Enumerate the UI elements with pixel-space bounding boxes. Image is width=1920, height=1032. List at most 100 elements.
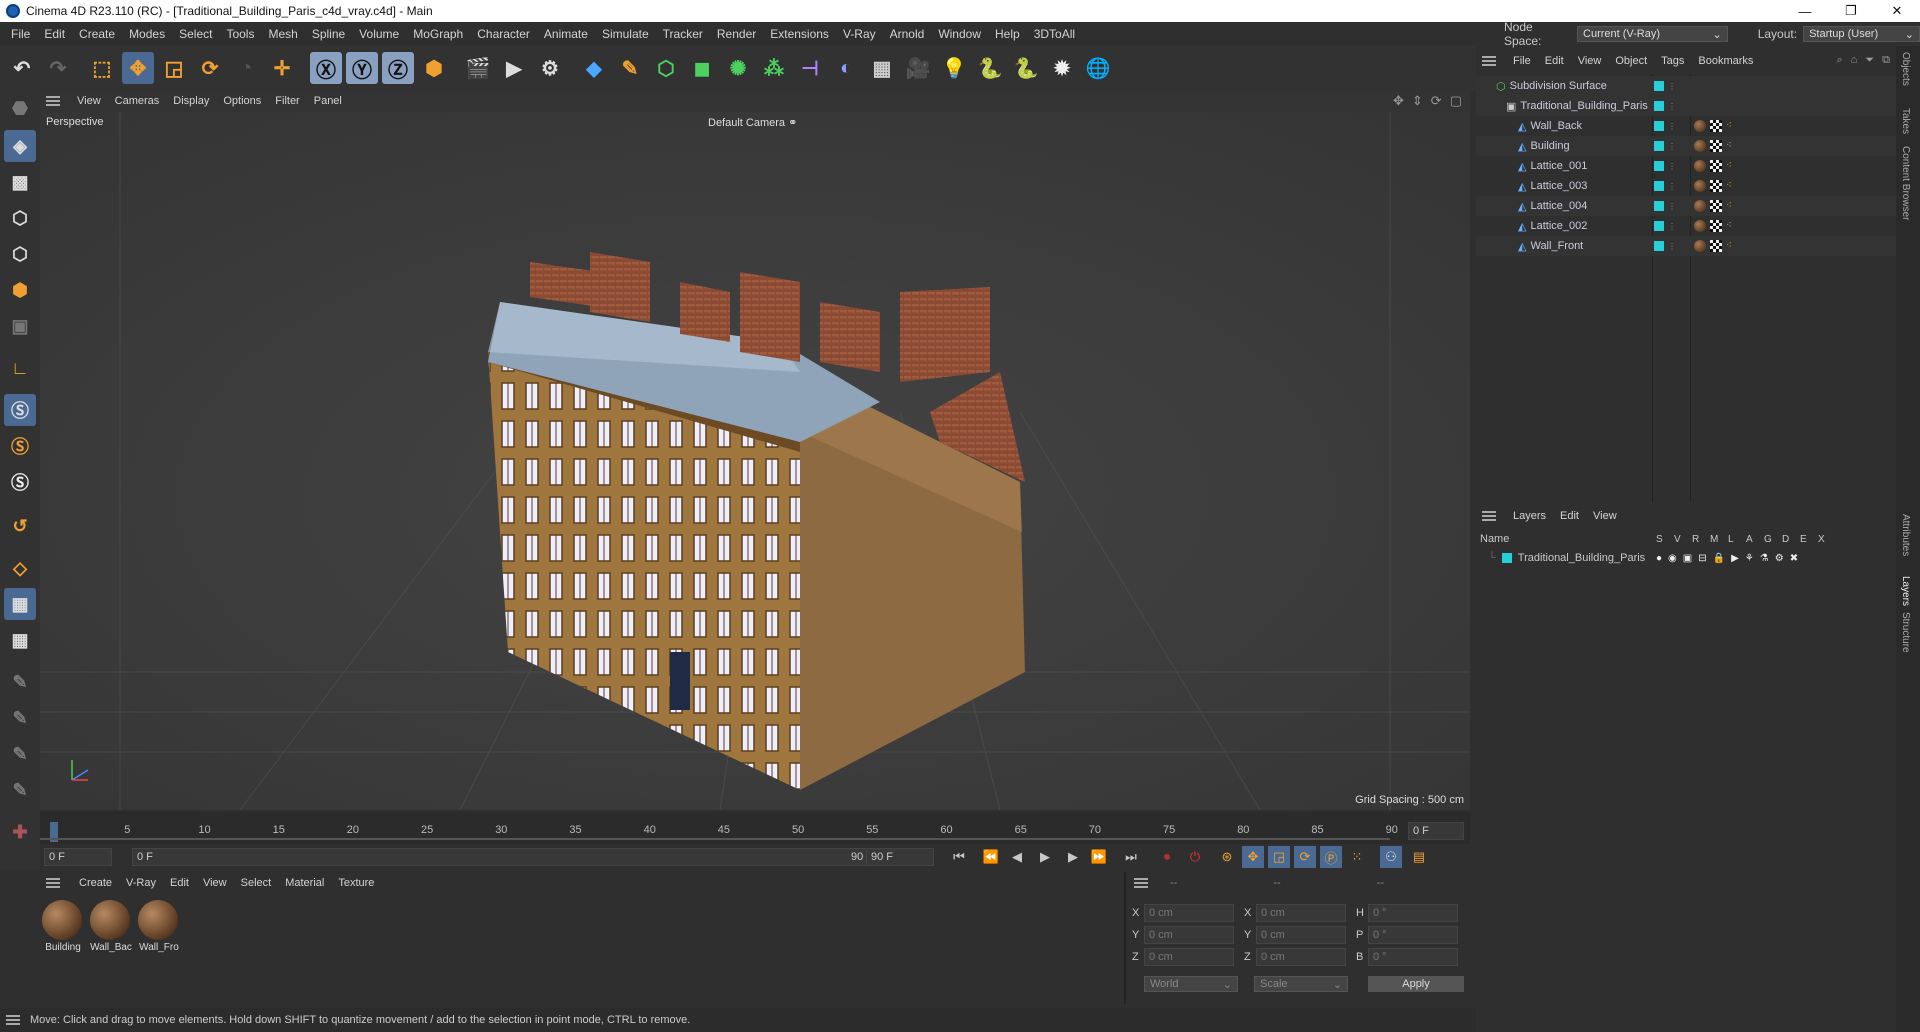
z-axis-icon[interactable]: Ⓩ <box>382 52 414 84</box>
tab-structure[interactable]: Structure <box>1900 612 1911 653</box>
orbit-icon[interactable]: ⟳ <box>1431 93 1442 109</box>
vray-tag-icon[interactable]: ⁖ <box>1726 120 1732 132</box>
menu-create[interactable]: Create <box>72 27 122 41</box>
visibility-dot-icon[interactable]: ⋮ <box>1668 182 1676 191</box>
menu-character[interactable]: Character <box>470 27 537 41</box>
material-tag-icon[interactable] <box>1694 240 1706 252</box>
scale-dropdown[interactable]: Scale ⌄ <box>1254 976 1348 992</box>
coord-field[interactable]: 0 cm <box>1144 926 1234 944</box>
axis-mode-icon[interactable]: ∟ <box>4 352 36 384</box>
move-tool-icon[interactable]: ✥ <box>122 52 154 84</box>
close-button[interactable]: ✕ <box>1874 0 1920 22</box>
vray-tag-icon[interactable]: ⁖ <box>1726 160 1732 172</box>
layer-color-swatch[interactable] <box>1654 161 1664 171</box>
layer-color-swatch[interactable] <box>1654 101 1664 111</box>
object-row[interactable]: ◭ Wall_Front ⋮ ⁖ <box>1476 236 1896 256</box>
coord-field[interactable]: 0 ° <box>1368 926 1458 944</box>
menu-mesh[interactable]: Mesh <box>261 27 304 41</box>
locked-workplane-icon[interactable]: ▦ <box>4 624 36 656</box>
search-icon[interactable]: ⌕ <box>1837 54 1843 67</box>
zoom-icon[interactable]: ⇕ <box>1412 93 1423 109</box>
menu-mograph[interactable]: MoGraph <box>406 27 470 41</box>
visibility-dots-icon[interactable]: ⋮ <box>1654 161 1676 171</box>
field-icon[interactable]: ◐ <box>830 52 862 84</box>
object-row[interactable]: ◭ Lattice_004 ⋮ ⁖ <box>1476 196 1896 216</box>
menu-extensions[interactable]: Extensions <box>763 27 836 41</box>
previous-frame-icon[interactable]: ◀ <box>1006 846 1028 868</box>
edge-mode-icon[interactable]: ⬡ <box>4 238 36 270</box>
visibility-dots-icon[interactable]: ⋮ <box>1654 201 1676 211</box>
world-dropdown[interactable]: World ⌄ <box>1144 976 1238 992</box>
coord-field[interactable]: 0 cm <box>1144 904 1234 922</box>
menu-modes[interactable]: Modes <box>122 27 172 41</box>
coord-field[interactable]: 0 cm <box>1256 948 1346 966</box>
object-row[interactable]: ⬡ Subdivision Surface ⋮ <box>1476 76 1896 96</box>
menu-simulate[interactable]: Simulate <box>595 27 656 41</box>
workplane-icon[interactable]: ◇ <box>4 552 36 584</box>
object-menu-view[interactable]: View <box>1571 55 1609 67</box>
point-mode-icon[interactable]: ⬡ <box>4 202 36 234</box>
tab-content-browser[interactable]: Content Browser <box>1900 146 1911 220</box>
material-menu-edit[interactable]: Edit <box>163 877 196 889</box>
camera-icon[interactable]: 🎥 <box>902 52 934 84</box>
coordinate-system-icon[interactable]: ⬢ <box>418 52 450 84</box>
object-menu-bookmarks[interactable]: Bookmarks <box>1691 55 1760 67</box>
autokey-icon[interactable]: ⏻ <box>1184 846 1206 868</box>
uvw-tag-icon[interactable] <box>1710 160 1722 172</box>
paint-icon[interactable]: ✎ <box>4 666 36 698</box>
go-to-start-icon[interactable]: ⏮ <box>948 846 970 868</box>
object-menu-file[interactable]: File <box>1506 55 1538 67</box>
maximize-button[interactable]: ❐ <box>1828 0 1874 22</box>
visibility-dot-icon[interactable]: ⋮ <box>1668 142 1676 151</box>
minimize-button[interactable]: — <box>1782 0 1828 22</box>
menu-arnold[interactable]: Arnold <box>883 27 932 41</box>
magnet-icon[interactable]: ↺ <box>4 510 36 542</box>
uvw-tag-icon[interactable] <box>1710 120 1722 132</box>
key-scale-icon[interactable]: ◲ <box>1268 846 1290 868</box>
gear-icon[interactable]: ✹ <box>1046 52 1078 84</box>
current-frame-field[interactable]: 0 F <box>1408 822 1464 840</box>
layer-col-l[interactable]: L <box>1728 534 1746 545</box>
material-menu-select[interactable]: Select <box>234 877 279 889</box>
go-to-end-icon[interactable]: ⏭ <box>1120 846 1142 868</box>
menu-vray[interactable]: V-Ray <box>836 27 883 41</box>
object-menu-tags[interactable]: Tags <box>1654 55 1691 67</box>
layer-menu-edit[interactable]: Edit <box>1553 510 1586 522</box>
layer-color-swatch[interactable] <box>1654 181 1664 191</box>
layer-col-v[interactable]: V <box>1674 534 1692 545</box>
home-icon[interactable]: ⌂ <box>1851 54 1858 67</box>
menu-edit[interactable]: Edit <box>37 27 72 41</box>
vray-tag-icon[interactable]: ⁖ <box>1726 180 1732 192</box>
sculpt-icon[interactable]: ✎ <box>4 702 36 734</box>
frame-range-slider[interactable]: 0 F 90 F <box>132 848 882 866</box>
material-tag-icon[interactable] <box>1694 140 1706 152</box>
layer-color-swatch[interactable] <box>1654 201 1664 211</box>
live-selection-icon[interactable]: ⬚ <box>86 52 118 84</box>
transform-icon[interactable]: ✛ <box>266 52 298 84</box>
undo-icon[interactable]: ↶ <box>6 52 38 84</box>
key-parameter-icon[interactable]: Ⓟ <box>1320 846 1342 868</box>
pan-icon[interactable]: ✥ <box>1393 93 1404 109</box>
redo-icon[interactable]: ↷ <box>42 52 74 84</box>
menu-spline[interactable]: Spline <box>305 27 352 41</box>
subdivision-icon[interactable]: ⬡ <box>650 52 682 84</box>
object-menu-object[interactable]: Object <box>1608 55 1654 67</box>
menu-window[interactable]: Window <box>931 27 988 41</box>
menu-3dtoall[interactable]: 3DToAll <box>1027 27 1082 41</box>
floor-icon[interactable]: ▦ <box>866 52 898 84</box>
quantize-icon[interactable]: Ⓢ <box>4 466 36 498</box>
status-menu-icon[interactable] <box>6 1015 20 1025</box>
visibility-dots-icon[interactable]: ⋮ <box>1654 141 1676 151</box>
polygon-mode-icon[interactable]: ⬢ <box>4 274 36 306</box>
render-settings-icon[interactable]: ⚙ <box>534 52 566 84</box>
object-menu-edit[interactable]: Edit <box>1538 55 1571 67</box>
visibility-dot-icon[interactable]: ⋮ <box>1668 222 1676 231</box>
y-axis-icon[interactable]: Ⓨ <box>346 52 378 84</box>
object-row[interactable]: ▣ Traditional_Building_Paris ⋮ <box>1476 96 1896 116</box>
material-tag-icon[interactable] <box>1694 200 1706 212</box>
render-picture-viewer-icon[interactable]: ▶ <box>498 52 530 84</box>
make-editable-icon[interactable]: ⬣ <box>4 92 36 124</box>
key-pla-icon[interactable]: ⁙ <box>1346 846 1368 868</box>
material-tag-icon[interactable] <box>1694 160 1706 172</box>
viewport-menu-panel[interactable]: Panel <box>307 95 349 107</box>
